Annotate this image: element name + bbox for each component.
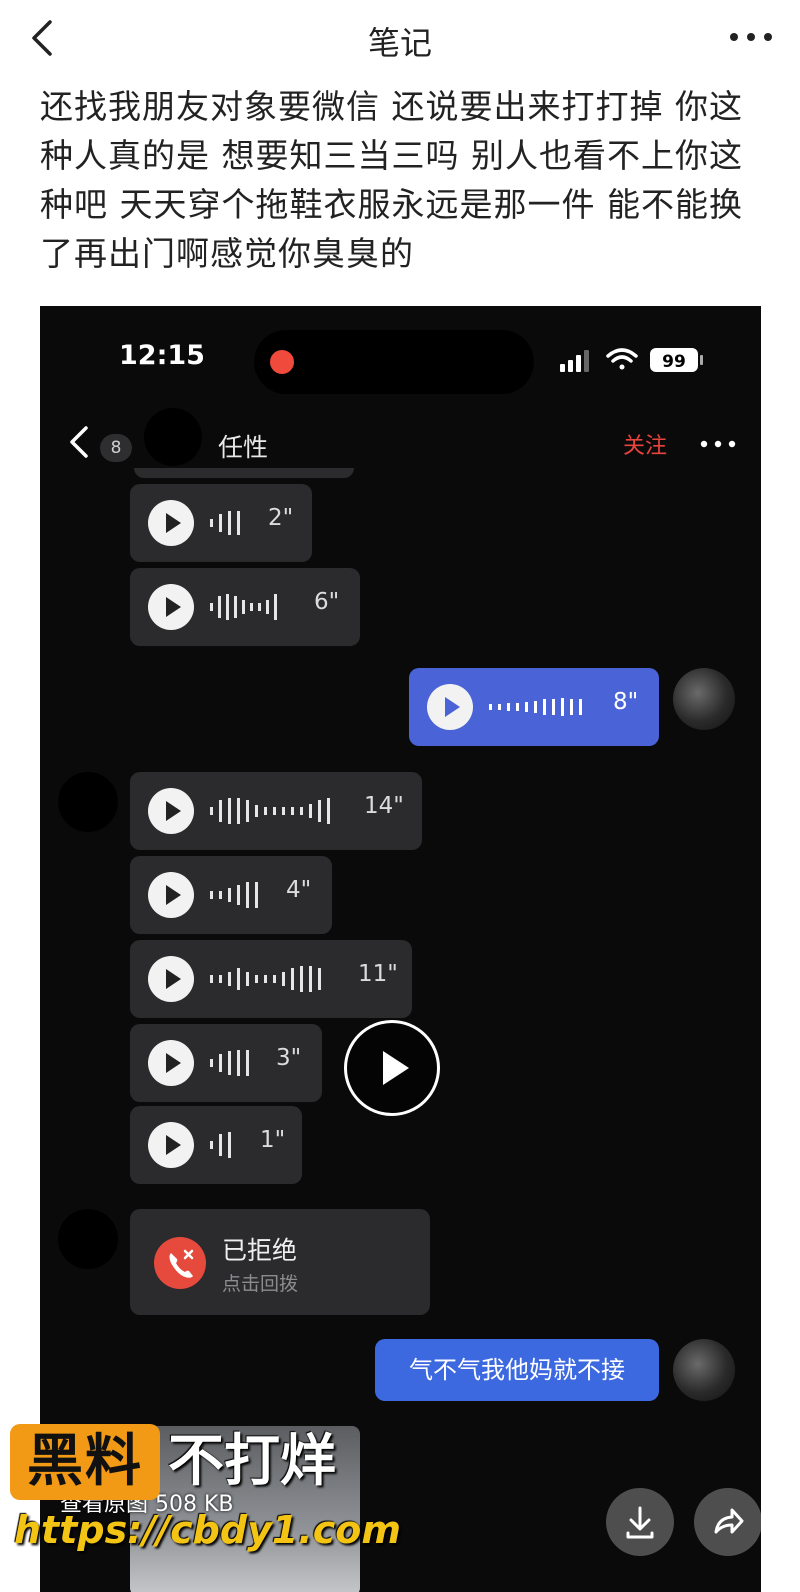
voice-duration: 11": [358, 961, 398, 987]
share-icon: [714, 1508, 744, 1534]
declined-call-icon: [154, 1237, 206, 1289]
play-icon[interactable]: [148, 956, 194, 1002]
status-icons: 99: [560, 348, 703, 372]
voice-waveform-icon: [210, 966, 321, 992]
status-time: 12:15: [119, 340, 205, 371]
dynamic-island: [254, 330, 534, 394]
voice-waveform-icon: [210, 594, 277, 620]
top-navigation-bar: 笔记: [0, 0, 800, 82]
play-icon[interactable]: [427, 684, 473, 730]
play-icon[interactable]: [148, 1122, 194, 1168]
contact-avatar[interactable]: [58, 772, 118, 832]
video-play-button[interactable]: [344, 1020, 440, 1116]
my-avatar[interactable]: [673, 668, 735, 730]
wifi-icon: [606, 348, 638, 370]
voice-message[interactable]: 3": [130, 1024, 322, 1102]
play-icon: [383, 1051, 409, 1085]
watermark-url: https://cbdy1.com: [14, 1508, 401, 1552]
share-button[interactable]: [694, 1488, 762, 1556]
call-status: 已拒绝: [222, 1236, 298, 1265]
voice-duration: 2": [268, 505, 294, 531]
play-icon[interactable]: [148, 584, 194, 630]
note-line: 种人真的是 想要知三当三吗 别人也看不上你这: [40, 136, 743, 175]
voice-duration: 6": [314, 589, 340, 615]
voice-message[interactable]: 6": [130, 568, 360, 646]
voice-waveform-icon: [210, 798, 330, 824]
voice-duration: 3": [276, 1045, 302, 1071]
note-line: 了再出门啊感觉你臭臭的: [40, 234, 414, 273]
my-avatar[interactable]: [673, 1339, 735, 1401]
chat-screenshot-image[interactable]: 12:15 99 8 任性 关注 2" 6" 8" 14" 4" 11" 3" …: [40, 306, 761, 1592]
battery-icon: 99: [650, 348, 703, 372]
play-icon[interactable]: [148, 1040, 194, 1086]
voice-duration: 8": [613, 689, 639, 715]
page-title: 笔记: [367, 24, 432, 62]
contact-avatar[interactable]: [58, 1209, 118, 1269]
note-line: 还找我朋友对象要微信 还说要出来打打掉 你这: [40, 87, 743, 126]
follow-button[interactable]: 关注: [623, 428, 667, 460]
missed-call-card[interactable]: 已拒绝 点击回拨: [130, 1209, 430, 1315]
play-icon[interactable]: [148, 872, 194, 918]
watermark-brand-box: 黑料: [10, 1424, 160, 1500]
note-line: 种吧 天天穿个拖鞋衣服永远是那一件 能不能换: [40, 185, 743, 224]
previous-message-edge: [134, 468, 354, 478]
voice-waveform-icon: [210, 1050, 249, 1076]
voice-duration: 1": [260, 1127, 286, 1153]
chat-more-icon[interactable]: [698, 434, 738, 454]
voice-duration: 4": [286, 877, 312, 903]
contact-name: 任性: [218, 433, 269, 462]
voice-waveform-icon: [210, 511, 240, 535]
chat-back-icon[interactable]: [66, 422, 92, 462]
contact-avatar[interactable]: [144, 408, 202, 466]
note-body: 还找我朋友对象要微信 还说要出来打打掉 你这 种人真的是 想要知三当三吗 别人也…: [40, 82, 760, 278]
unread-badge: 8: [100, 434, 132, 462]
voice-waveform-icon: [210, 1132, 231, 1158]
voice-message[interactable]: 2": [130, 484, 312, 562]
voice-waveform-icon: [489, 698, 582, 716]
voice-message[interactable]: 1": [130, 1106, 302, 1184]
recording-indicator-icon: [270, 350, 294, 374]
voice-waveform-icon: [210, 882, 258, 908]
download-icon: [626, 1506, 654, 1539]
voice-message[interactable]: 11": [130, 940, 412, 1018]
play-icon[interactable]: [148, 500, 194, 546]
voice-duration: 14": [364, 793, 404, 819]
voice-message[interactable]: 4": [130, 856, 332, 934]
signal-icon: [560, 350, 589, 372]
watermark-brand-text: 不打烊: [168, 1429, 336, 1494]
call-back-hint[interactable]: 点击回拨: [222, 1269, 298, 1296]
more-horizontal-icon[interactable]: [726, 22, 776, 52]
download-button[interactable]: [606, 1488, 674, 1556]
my-text-message[interactable]: 气不气我他妈就不接: [375, 1339, 659, 1401]
voice-message[interactable]: 14": [130, 772, 422, 850]
my-voice-message[interactable]: 8": [409, 668, 659, 746]
play-icon[interactable]: [148, 788, 194, 834]
battery-level: 99: [662, 352, 686, 372]
